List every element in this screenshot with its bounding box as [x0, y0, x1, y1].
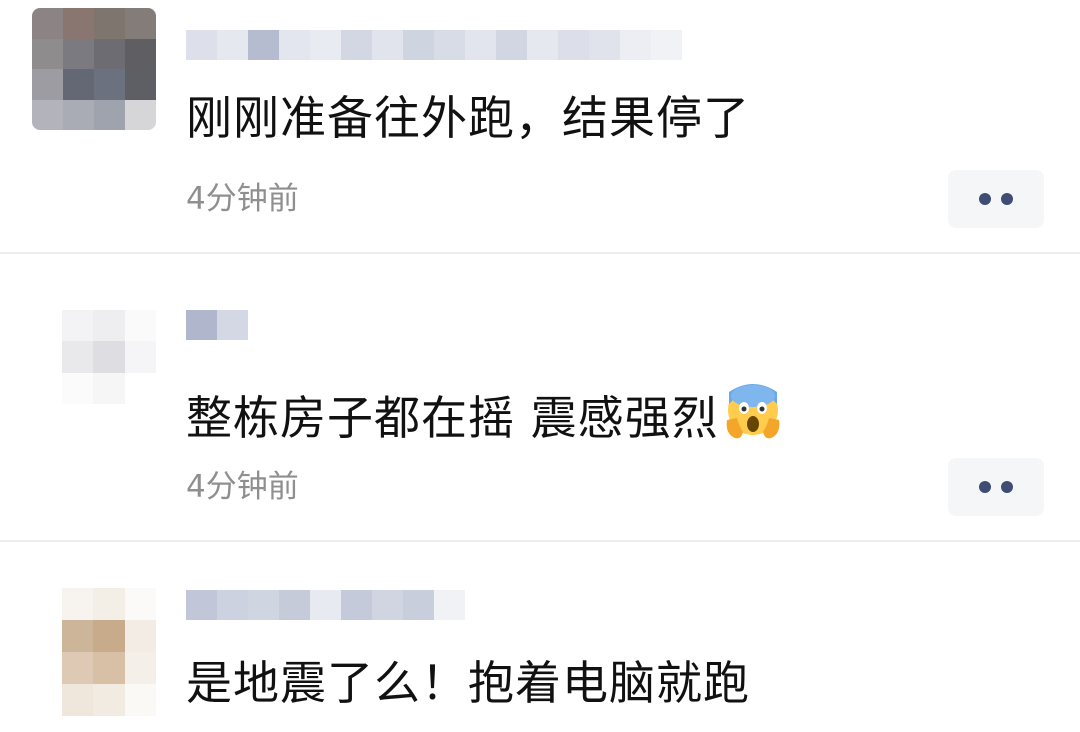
- comment-text: 是地震了么！抱着电脑就跑: [186, 656, 750, 710]
- more-options-button[interactable]: [948, 458, 1044, 516]
- more-dots-icon: [979, 481, 991, 493]
- comment-item: 是地震了么！抱着电脑就跑: [0, 542, 1080, 732]
- avatar[interactable]: [32, 8, 156, 130]
- comment-time: 4分钟前: [186, 469, 299, 505]
- username-blurred[interactable]: [186, 590, 466, 620]
- more-options-button[interactable]: [948, 170, 1044, 228]
- comment-item: 整栋房子都在摇 震感强烈 4分钟前: [0, 254, 1080, 542]
- username-blurred[interactable]: [186, 30, 682, 60]
- comment-text-content: 整栋房子都在摇 震感强烈: [186, 391, 719, 445]
- more-dots-icon: [1001, 193, 1013, 205]
- avatar[interactable]: [30, 278, 156, 404]
- username-blurred[interactable]: [186, 310, 248, 340]
- more-dots-icon: [1001, 481, 1013, 493]
- comment-text: 整栋房子都在摇 震感强烈: [186, 382, 783, 449]
- comment-time: 4分钟前: [186, 181, 299, 217]
- avatar[interactable]: [30, 588, 156, 716]
- comment-text: 刚刚准备往外跑，结果停了: [186, 91, 750, 145]
- comment-item: 刚刚准备往外跑，结果停了 4分钟前: [0, 0, 1080, 254]
- screaming-face-emoji-icon: [723, 382, 783, 449]
- more-dots-icon: [979, 193, 991, 205]
